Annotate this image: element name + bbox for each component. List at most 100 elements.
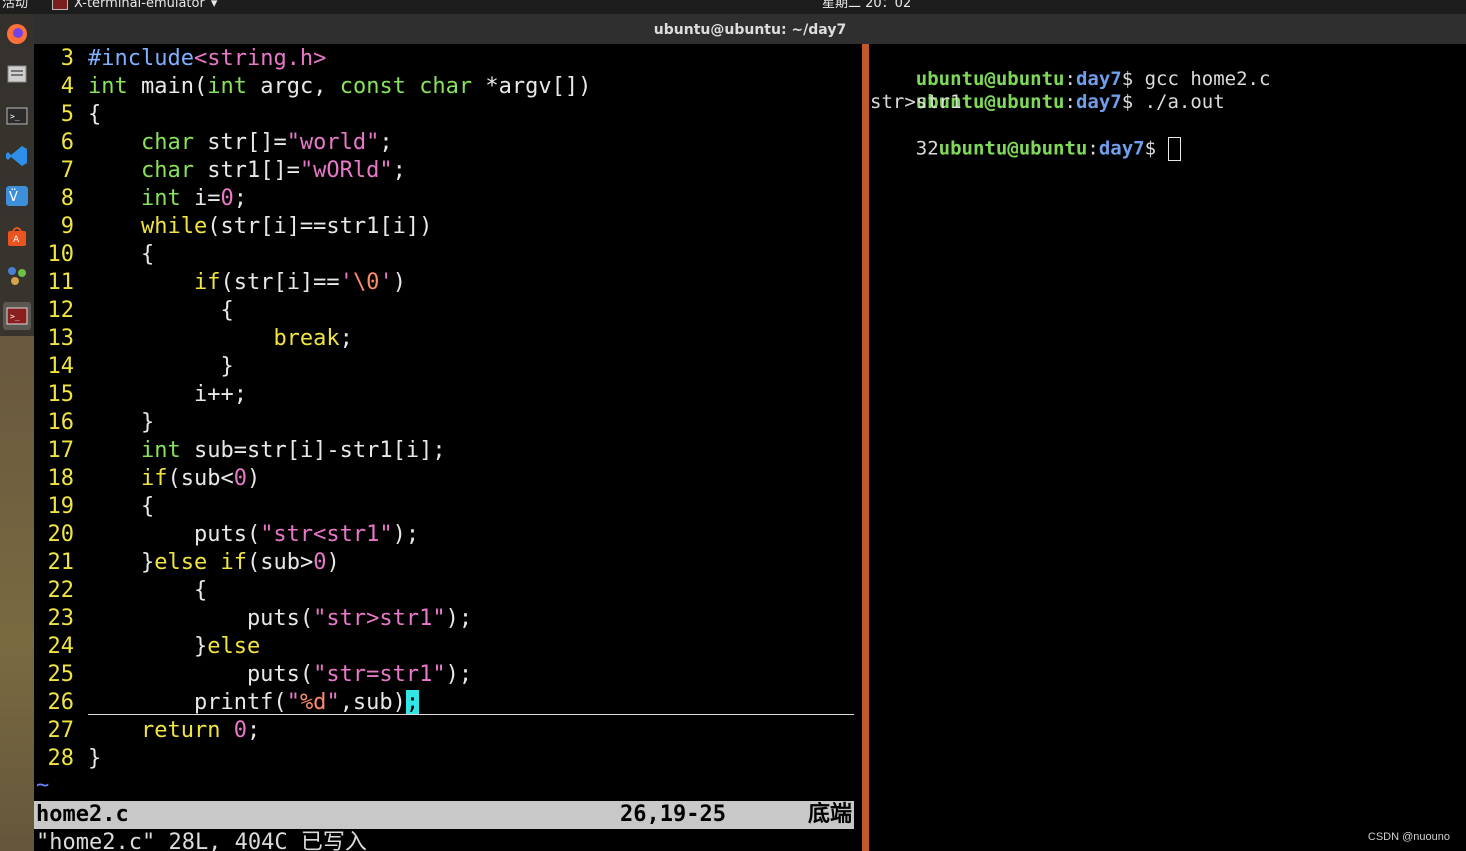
line-number: 24 (47, 634, 75, 659)
code-line[interactable]: 15 i++; (34, 381, 862, 409)
network-tool-icon[interactable] (3, 262, 31, 290)
code-line[interactable]: 28} (34, 745, 862, 773)
code-text: int sub=str[i]-str1[i]; (140, 438, 446, 463)
code-line[interactable]: 8 int i=0; (34, 185, 862, 213)
dock: >_ V̈ A >_ (0, 14, 34, 851)
code-line[interactable]: 19 { (34, 493, 862, 521)
line-number: 10 (47, 242, 75, 267)
app-menu-label: X-terminal-emulator (74, 0, 205, 11)
code-line[interactable]: 7 char str1[]="wORld"; (34, 157, 862, 185)
code-text: while(str[i]==str1[i]) (140, 214, 433, 239)
line-number: 9 (60, 214, 74, 239)
line-number: 6 (60, 130, 74, 155)
window-title: ubuntu@ubuntu: ~/day7 (34, 14, 1466, 44)
code-line[interactable]: 16 } (34, 409, 862, 437)
code-text: puts("str=str1"); (88, 662, 473, 687)
line-number: 18 (47, 466, 75, 491)
clock[interactable]: 星期二 20：02 (822, 0, 911, 10)
x-terminal-icon[interactable]: >_ (3, 302, 31, 330)
pane-divider[interactable] (862, 44, 869, 851)
line-number: 19 (47, 494, 75, 519)
status-scroll-position: 底端 (807, 802, 852, 827)
code-text: if(str[i]=='\0') (193, 270, 406, 295)
code-line[interactable]: 24 }else (34, 633, 862, 661)
cursor-line-underline (88, 714, 854, 715)
terminal-line: ubuntu@ubuntu:day7$ ./a.out (915, 91, 1225, 113)
terminal-icon[interactable]: >_ (3, 102, 31, 130)
activities-button[interactable]: 活动 (2, 0, 28, 10)
code-line[interactable]: 4 int main(int argc, const char *argv[]) (34, 73, 862, 101)
code-line[interactable]: 5{ (34, 101, 862, 129)
software-store-icon[interactable]: A (3, 222, 31, 250)
chevron-down-icon: ▾ (210, 0, 218, 11)
line-number: 8 (60, 186, 74, 211)
code-line[interactable]: 18 if(sub<0) (34, 465, 862, 493)
code-text: { (88, 578, 208, 603)
code-line[interactable]: 14 } (34, 353, 862, 381)
code-line[interactable]: 20 puts("str<str1"); (34, 521, 862, 549)
watermark: CSDN @nuouno (1367, 831, 1450, 843)
files-icon[interactable] (3, 60, 31, 88)
line-number: 26 (47, 690, 75, 715)
code-text: i++; (88, 382, 247, 407)
top-bar: 活动 X-terminal-emulator ▾ 星期二 20：02 (0, 0, 1466, 14)
svg-text:A: A (13, 235, 20, 245)
line-number: 4 (60, 74, 74, 99)
code-line[interactable]: 12 { (34, 297, 862, 325)
editor-cursor: ; (405, 690, 420, 715)
code-text: } (88, 354, 234, 379)
code-line[interactable]: 21 }else if(sub>0) (34, 549, 862, 577)
code-line[interactable]: 6 char str[]="world"; (34, 129, 862, 157)
code-line[interactable]: 17 int sub=str[i]-str1[i]; (34, 437, 862, 465)
line-number: 16 (47, 410, 75, 435)
app-menu[interactable]: X-terminal-emulator ▾ (52, 0, 217, 10)
line-number: 5 (60, 102, 74, 127)
code-line[interactable]: 23 puts("str>str1"); (34, 605, 862, 633)
code-line[interactable]: 25 puts("str=str1"); (34, 661, 862, 689)
code-text: } (88, 746, 102, 771)
line-number: 28 (47, 746, 75, 771)
terminal-output-line: str>str1 (870, 91, 962, 113)
vmware-icon[interactable]: V̈ (3, 182, 31, 210)
firefox-icon[interactable] (3, 20, 31, 48)
terminal-prompt-line[interactable]: 32ubuntu@ubuntu:day7$ (870, 114, 1181, 161)
code-text: puts("str<str1"); (88, 522, 420, 547)
code-text: { (88, 242, 155, 267)
line-number: 14 (47, 354, 75, 379)
code-line[interactable]: 13 break; (34, 325, 862, 353)
code-text: } (88, 410, 155, 435)
code-line[interactable]: 26 printf("%d",sub); (34, 689, 862, 717)
svg-text:V̈: V̈ (9, 190, 18, 205)
line-number: 13 (47, 326, 75, 351)
line-number: 22 (47, 578, 75, 603)
code-text: }else (88, 634, 261, 659)
line-number: 17 (47, 438, 75, 463)
line-number: 11 (47, 270, 75, 295)
status-filename: home2.c (36, 802, 129, 827)
code-line[interactable]: 9 while(str[i]==str1[i]) (34, 213, 862, 241)
terminal-pane[interactable]: ubuntu@ubuntu:day7$ gcc home2.c ubuntu@u… (869, 44, 1466, 851)
code-line[interactable]: 22 { (34, 577, 862, 605)
line-number: 3 (60, 46, 74, 71)
vim-status-line: home2.c 26,19-25 底端 (34, 801, 854, 829)
code-text: { (88, 102, 102, 127)
terminal-line: ubuntu@ubuntu:day7$ gcc home2.c (915, 68, 1271, 90)
code-line[interactable]: 10 { (34, 241, 862, 269)
code-line[interactable]: 3 #include<string.h> (34, 45, 862, 73)
code-text: break; (273, 326, 353, 351)
code-text: printf("%d",sub); (88, 690, 420, 715)
code-text: { (88, 494, 155, 519)
code-line[interactable]: 11 if(str[i]=='\0') (34, 269, 862, 297)
line-number: 21 (47, 550, 75, 575)
vim-command-line[interactable]: "home2.c" 28L, 404C 已写入 (36, 829, 367, 851)
terminal-app-icon (52, 0, 68, 10)
code-text: return 0; (140, 718, 261, 743)
code-text: { (88, 298, 234, 323)
empty-buffer-tilde: ~ (36, 773, 50, 798)
vscode-icon[interactable] (3, 142, 31, 170)
vim-editor[interactable]: 3 #include<string.h> 4 int main(int argc, c… (34, 44, 862, 851)
code-text: char str1[]="wORld"; (140, 158, 406, 183)
code-line[interactable]: 27 return 0; (34, 717, 862, 745)
line-number: 25 (47, 662, 75, 687)
line-number: 23 (47, 606, 75, 631)
